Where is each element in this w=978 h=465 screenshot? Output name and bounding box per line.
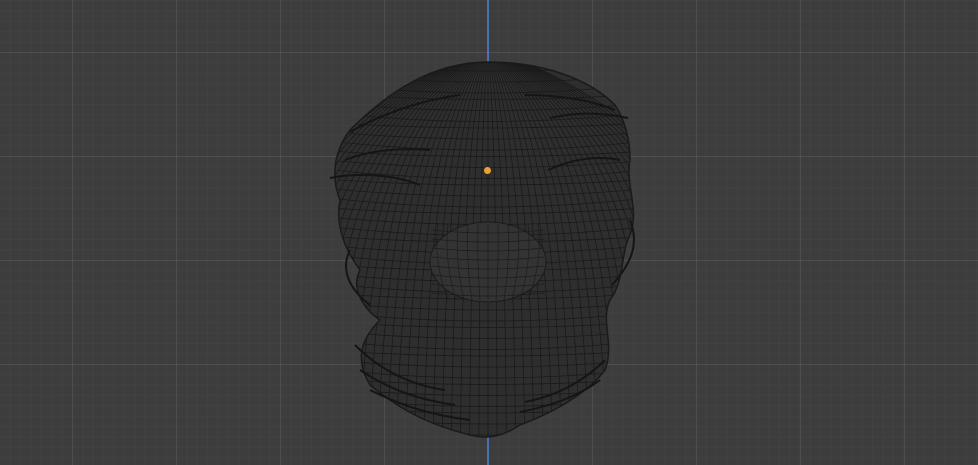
- hair-mesh-wireframe[interactable]: [0, 0, 978, 465]
- 3d-viewport[interactable]: [0, 0, 978, 465]
- object-origin-dot[interactable]: [483, 166, 492, 175]
